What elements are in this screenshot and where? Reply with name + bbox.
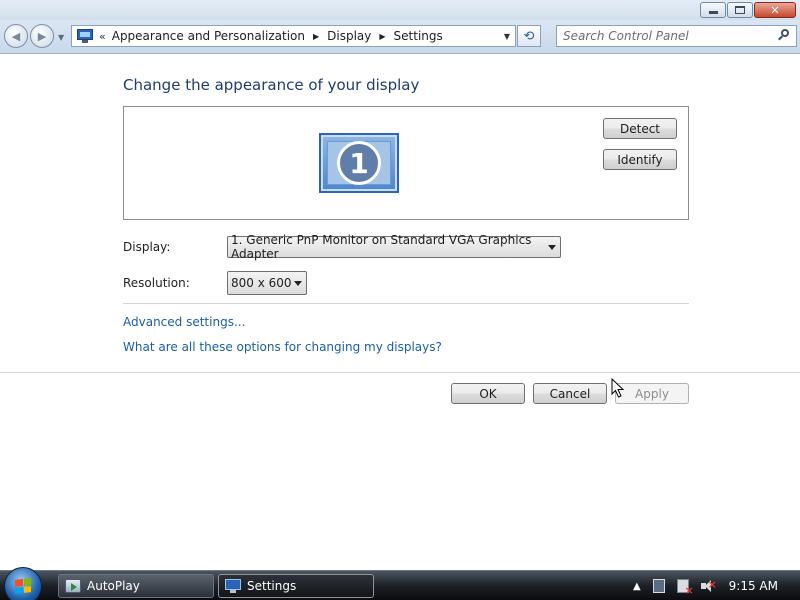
taskbar-item-autoplay[interactable]: AutoPlay	[58, 574, 214, 598]
network-icon[interactable]	[652, 579, 665, 593]
chevron-down-icon	[548, 245, 556, 250]
display-label: Display:	[123, 240, 171, 254]
chevron-down-icon	[294, 281, 302, 286]
power-warning-icon[interactable]	[676, 579, 694, 597]
taskbar-item-settings[interactable]: Settings	[218, 574, 374, 598]
apply-button[interactable]: Apply	[615, 383, 689, 404]
breadcrumb-display[interactable]: Display	[327, 29, 371, 43]
identify-button[interactable]: Identify	[603, 149, 677, 170]
refresh-icon: ⟲	[523, 28, 535, 44]
maximize-icon	[735, 6, 745, 14]
breadcrumb-overflow[interactable]: «	[99, 30, 106, 43]
cancel-button[interactable]: Cancel	[533, 383, 607, 404]
display-select[interactable]: 1. Generic PnP Monitor on Standard VGA G…	[227, 233, 561, 261]
clock[interactable]: 9:15 AM	[729, 579, 778, 593]
windows-logo-icon	[15, 578, 31, 594]
search-box[interactable]: Search Control Panel	[556, 25, 797, 47]
system-tray: ▲ × 9:15 AM	[633, 571, 800, 600]
footer-divider	[0, 372, 800, 373]
ok-button[interactable]: OK	[451, 383, 525, 404]
help-options-link[interactable]: What are all these options for changing …	[123, 340, 442, 354]
minimize-button[interactable]	[700, 2, 726, 18]
refresh-button[interactable]: ⟲	[517, 25, 541, 47]
resolution-select[interactable]: 800 x 600	[227, 271, 307, 295]
display-settings-icon	[77, 29, 93, 43]
back-arrow-icon: ◀	[11, 29, 21, 43]
breadcrumb-separator-icon[interactable]: ▶	[379, 32, 385, 41]
forward-button[interactable]: ▶	[30, 24, 54, 48]
back-button[interactable]: ◀	[4, 24, 28, 48]
breadcrumb-appearance-personalization[interactable]: Appearance and Personalization	[112, 29, 305, 43]
taskbar-item-label: Settings	[247, 579, 297, 593]
volume-muted-icon[interactable]: ×	[700, 578, 717, 592]
monitor-icon[interactable]: 1	[319, 133, 399, 193]
recent-pages-dropdown-icon[interactable]: ▼	[58, 33, 64, 42]
breadcrumb-separator-icon[interactable]: ▶	[313, 32, 319, 41]
address-bar[interactable]: « Appearance and Personalization ▶ Displ…	[71, 25, 516, 47]
advanced-settings-link[interactable]: Advanced settings...	[123, 315, 245, 329]
title-bar: ✕	[0, 0, 800, 20]
monitor-number-badge: 1	[337, 141, 381, 185]
close-icon: ✕	[770, 3, 780, 17]
autoplay-icon	[65, 579, 81, 593]
resolution-select-value: 800 x 600	[231, 276, 292, 290]
navigation-bar: ◀ ▶ ▼ « Appearance and Personalization ▶…	[0, 20, 800, 54]
minimize-icon	[708, 11, 718, 14]
page-title: Change the appearance of your display	[123, 76, 420, 94]
forward-arrow-icon: ▶	[37, 29, 47, 43]
search-icon[interactable]	[778, 29, 791, 42]
display-select-value: 1. Generic PnP Monitor on Standard VGA G…	[231, 233, 532, 261]
mouse-cursor-icon	[611, 378, 625, 398]
address-dropdown-icon[interactable]: ▼	[504, 32, 510, 41]
taskbar: AutoPlay Settings ▲ × 9:15 AM	[0, 567, 800, 600]
start-button[interactable]	[4, 567, 42, 600]
detect-button[interactable]: Detect	[603, 118, 677, 139]
search-input[interactable]: Search Control Panel	[563, 29, 689, 43]
close-button[interactable]: ✕	[754, 2, 796, 18]
maximize-button[interactable]	[727, 2, 753, 18]
window-controls: ✕	[700, 2, 796, 18]
resolution-label: Resolution:	[123, 276, 190, 290]
show-hidden-icons-icon[interactable]: ▲	[633, 581, 641, 592]
breadcrumb-settings[interactable]: Settings	[394, 29, 443, 43]
section-divider	[123, 303, 689, 304]
taskbar-item-label: AutoPlay	[87, 579, 140, 593]
display-settings-icon	[225, 579, 241, 593]
